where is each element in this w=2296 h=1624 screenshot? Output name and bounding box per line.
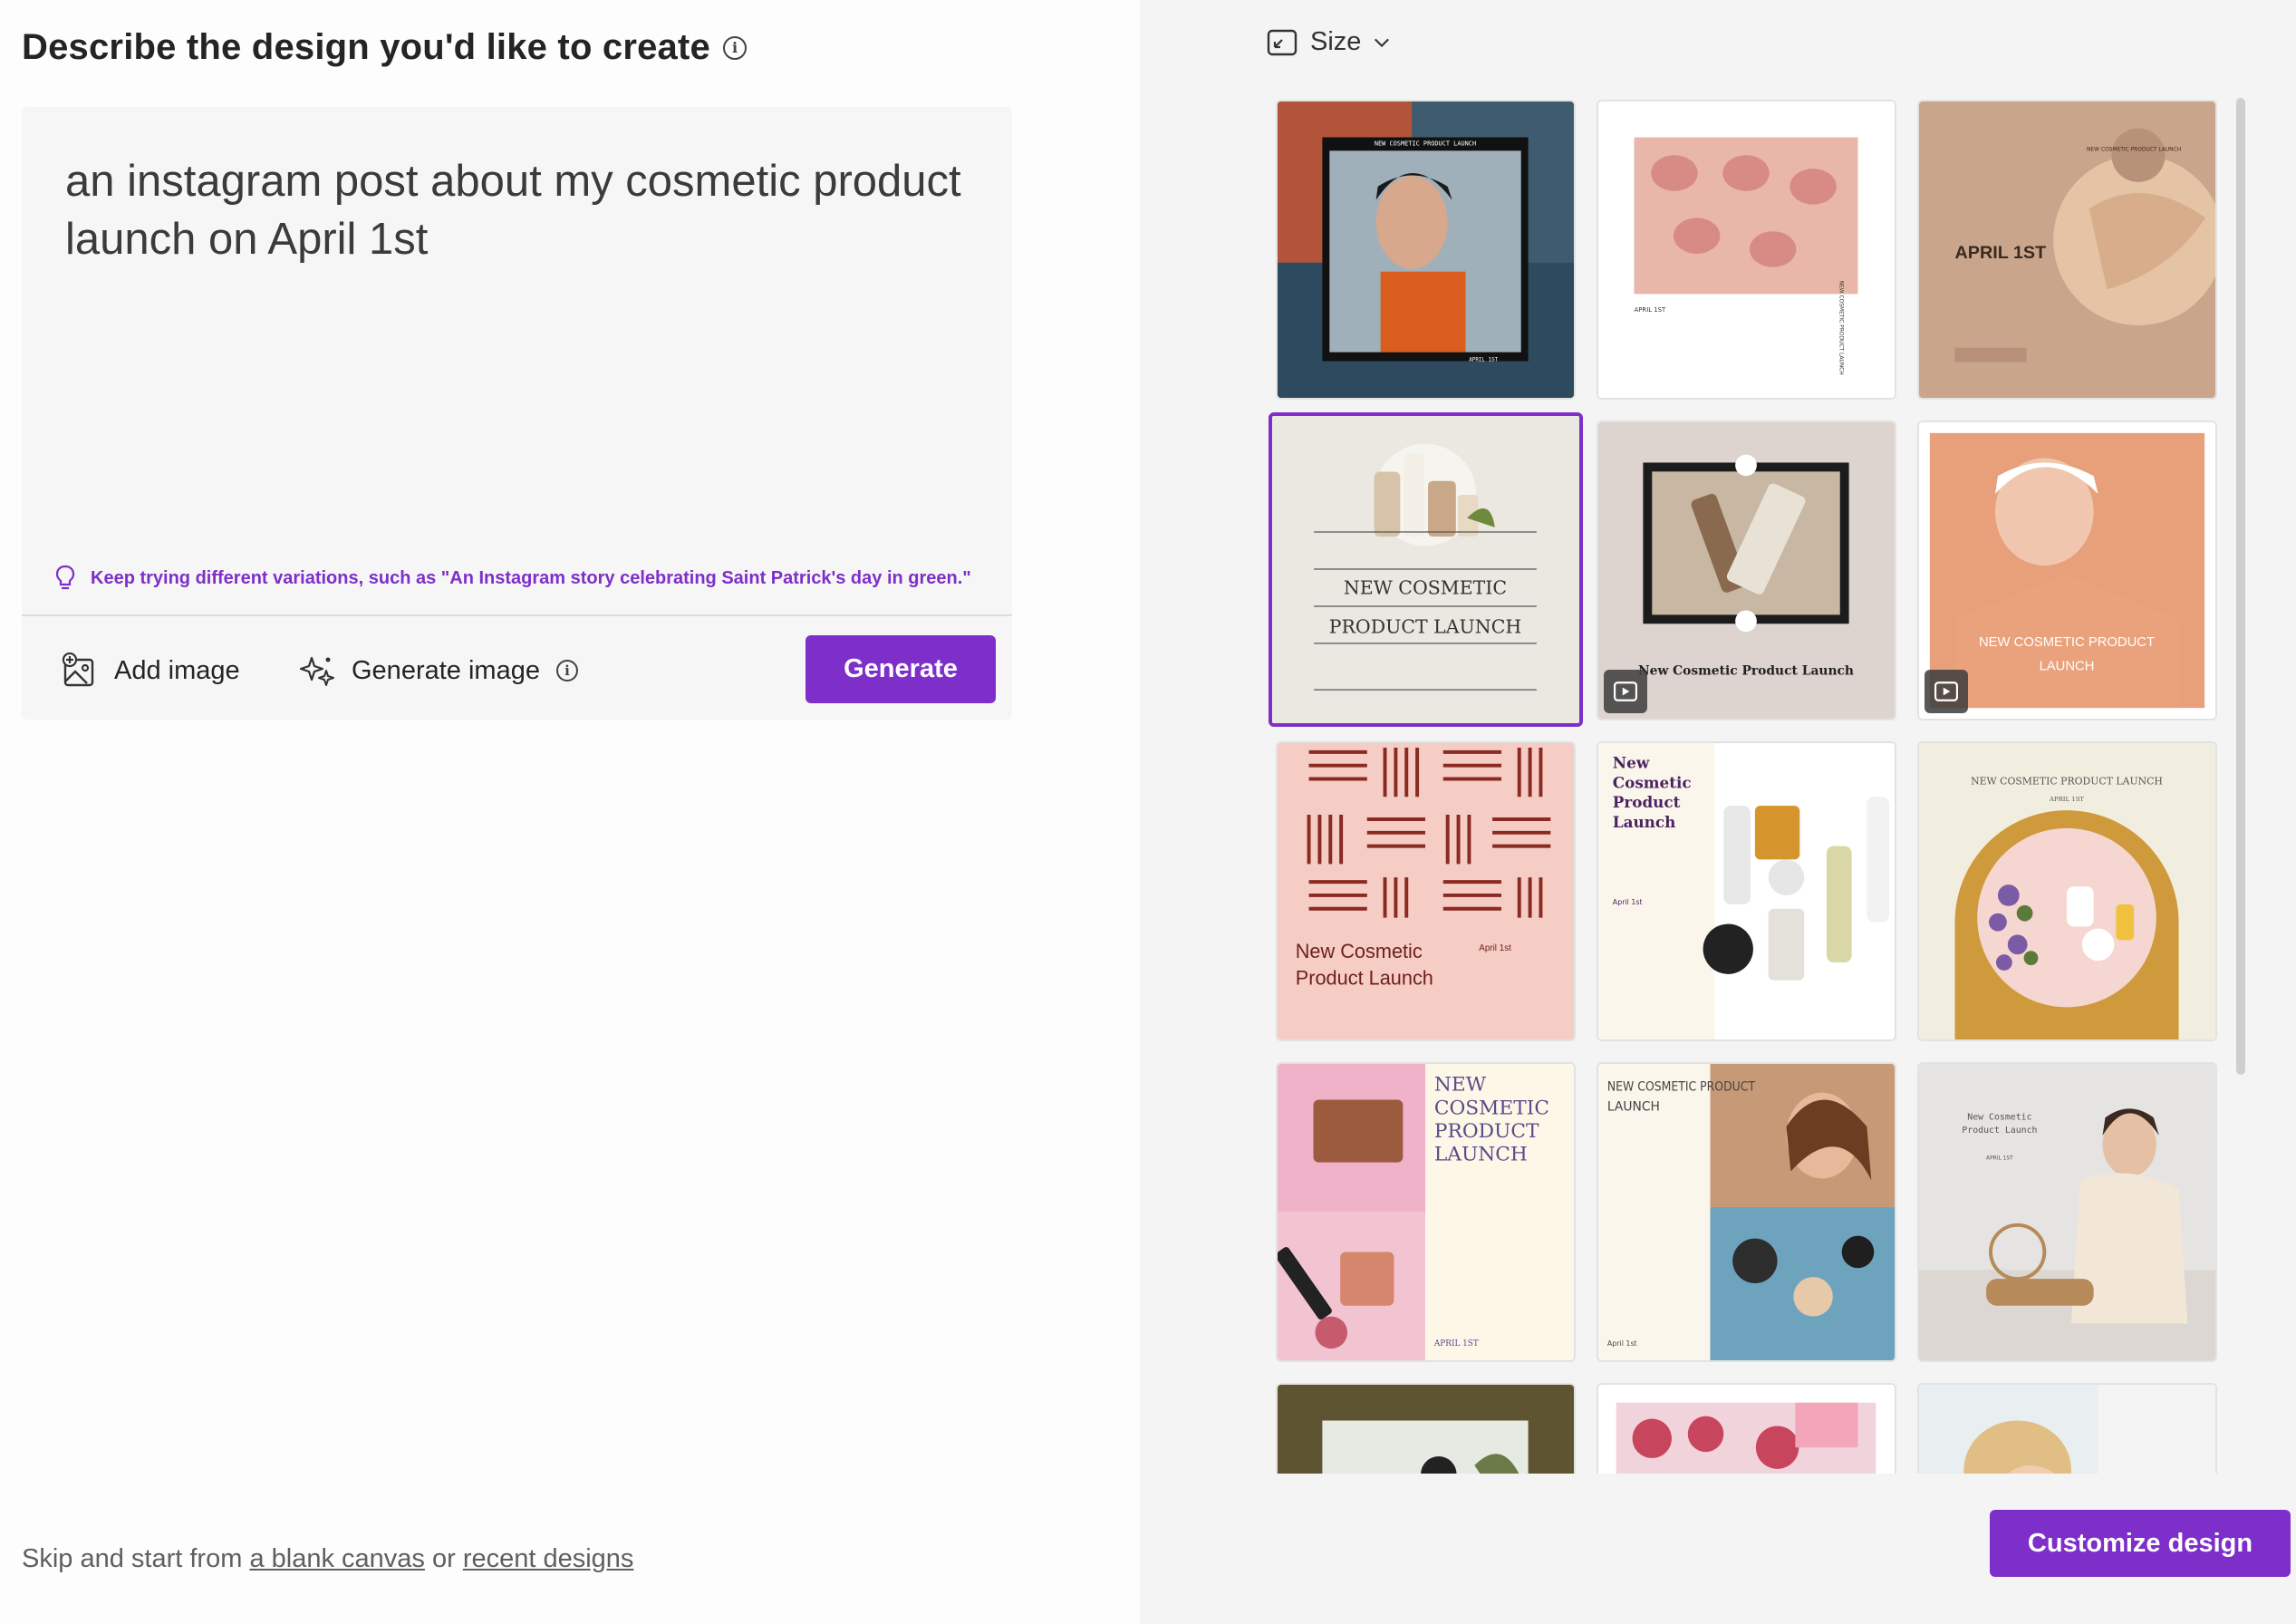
template-thumbnail: NEW COSMETIC PRODUCT LAUNCH	[1272, 416, 1579, 723]
template-text: APRIL 1ST	[1433, 1339, 1479, 1348]
template-text: COSMETIC	[1434, 1097, 1549, 1119]
template-text: Product	[1613, 793, 1681, 811]
play-icon	[1614, 682, 1637, 701]
recent-designs-link[interactable]: recent designs	[463, 1544, 634, 1573]
page-title: Describe the design you'd like to create	[22, 27, 710, 67]
template-text: APRIL 1ST	[1635, 306, 1667, 314]
video-badge	[1925, 670, 1968, 713]
template-thumbnail: New Cosmetic Product Launch April 1st	[1278, 743, 1574, 1039]
add-image-button[interactable]: Add image	[62, 643, 240, 698]
template-thumbnail: NEW COSMETIC PRODUCT LAUNCH APRIL 1ST	[1919, 743, 2215, 1039]
skip-prefix: Skip and start from	[22, 1544, 250, 1573]
page-heading: Describe the design you'd like to create…	[22, 27, 747, 68]
tip-text: Keep trying different variations, such a…	[91, 567, 971, 588]
template-grid: NEW COSMETIC PRODUCT LAUNCH APRIL 1ST AP…	[1140, 0, 2263, 1474]
template-card[interactable]: NEW COSMETIC PRODUCT LAUNCH APRIL 1ST	[1917, 741, 2217, 1041]
template-card[interactable]: New Cosmetic Product Launch April 1st	[1597, 741, 1896, 1041]
template-text: Cosmetic	[1613, 773, 1692, 791]
template-text: APRIL 1ST	[2049, 796, 2084, 803]
template-text: NEW COSMETIC	[1344, 577, 1507, 599]
blank-canvas-link[interactable]: a blank canvas	[249, 1544, 424, 1573]
info-icon[interactable]: i	[555, 660, 578, 682]
template-card[interactable]: NEW COSMETIC PRODUCT LAUNCH APRIL 1ST	[1276, 100, 1576, 400]
template-text: New Cosmetic	[1967, 1112, 2031, 1122]
template-thumbnail: New Cosmetic Product Launch April 1st	[1598, 743, 1895, 1039]
scrollbar[interactable]	[2236, 98, 2245, 1075]
play-icon	[1934, 682, 1958, 701]
template-thumbnail: NEW COSMETIC PRODUCT LAUNCH April 1st	[1598, 1064, 1895, 1360]
template-text: NEW COSMETIC PRODUCT LAUNCH	[1971, 775, 2163, 787]
template-card[interactable]: New Cosmetic Product Launch April 1st	[1276, 741, 1576, 1041]
add-image-icon	[62, 652, 94, 687]
template-text: NEW	[1434, 1074, 1487, 1097]
info-icon[interactable]: i	[722, 35, 747, 60]
template-text: April 1st	[1613, 898, 1643, 906]
template-card[interactable]: APRIL 1ST NEW COSMETIC PRODUCT LAUNCH	[1597, 100, 1896, 400]
template-thumbnail	[1919, 1385, 2215, 1474]
generate-button[interactable]: Generate	[806, 635, 996, 703]
sparkle-icon	[299, 656, 334, 686]
lightbulb-icon	[55, 565, 75, 590]
design-prompt-pane: Describe the design you'd like to create…	[0, 0, 1140, 1624]
template-thumbnail	[1278, 1385, 1574, 1474]
template-card[interactable]: NEW COSMETIC PRODUCT LAUNCH	[1917, 420, 2217, 720]
template-text: April 1st	[1607, 1339, 1637, 1348]
customize-design-button[interactable]: Customize design	[1990, 1510, 2291, 1577]
template-thumbnail: NEW COSMETIC PRODUCT LAUNCH APRIL 1ST	[1278, 102, 1574, 398]
template-thumbnail: APRIL 1ST NEW COSMETIC PRODUCT LAUNCH	[1919, 102, 2215, 398]
template-text: NEW COSMETIC PRODUCT	[1979, 635, 2155, 650]
generate-image-label: Generate image	[352, 655, 540, 685]
template-text: NEW COSMETIC PRODUCT	[1607, 1080, 1756, 1095]
template-text: April 1st	[1479, 943, 1511, 953]
template-text: NEW COSMETIC PRODUCT LAUNCH	[2087, 147, 2181, 152]
template-text: NEW COSMETIC PRODUCT LAUNCH	[1375, 140, 1476, 147]
template-thumbnail: APRIL 1ST NEW COSMETIC PRODUCT LAUNCH	[1598, 102, 1895, 398]
template-card[interactable]: NEW COSMETIC PRODUCT LAUNCH April 1st	[1597, 1062, 1896, 1362]
generate-image-button[interactable]: Generate image i	[299, 643, 578, 698]
template-text: New Cosmetic Product Launch	[1638, 664, 1854, 679]
template-card[interactable]: New Cosmetic Product Launch	[1597, 420, 1896, 720]
template-text: Launch	[1613, 813, 1676, 831]
template-thumbnail: New Cosmetic Product Launch APRIL 1ST	[1919, 1064, 2215, 1360]
template-text: PRODUCT LAUNCH	[1329, 616, 1522, 638]
template-text: Product Launch	[1296, 967, 1433, 990]
tip: Keep trying different variations, such a…	[54, 565, 971, 592]
template-card[interactable]: APRIL 1ST NEW COSMETIC PRODUCT LAUNCH	[1917, 100, 2217, 400]
skip-or: or	[424, 1544, 463, 1573]
template-gallery-pane: Size NEW COSMETIC PRODUCT LAUNCH APRIL 1…	[1140, 0, 2296, 1624]
divider	[22, 614, 1012, 616]
template-card[interactable]: New Cosmetic Product Launch APRIL 1ST	[1917, 1062, 2217, 1362]
prompt-card: an instagram post about my cosmetic prod…	[22, 107, 1012, 720]
template-text: New Cosmetic	[1296, 940, 1423, 962]
template-card[interactable]: NEW COSMETIC PRODUCT LAUNCH APRIL 1ST	[1276, 1062, 1576, 1362]
template-card[interactable]	[1917, 1383, 2217, 1474]
template-text: LAUNCH	[1434, 1144, 1528, 1166]
template-text: LAUNCH	[2040, 660, 2095, 674]
template-text: APRIL 1ST	[1469, 357, 1498, 362]
video-badge	[1604, 670, 1647, 713]
template-text: NEW COSMETIC PRODUCT LAUNCH	[1838, 281, 1844, 375]
template-text: New	[1613, 754, 1650, 772]
add-image-label: Add image	[114, 655, 240, 685]
template-thumbnail	[1598, 1385, 1895, 1474]
template-text: Product Launch	[1962, 1126, 2037, 1136]
template-card-selected[interactable]: NEW COSMETIC PRODUCT LAUNCH	[1269, 412, 1583, 727]
template-text: APRIL 1ST	[1986, 1156, 2013, 1162]
prompt-textarea[interactable]: an instagram post about my cosmetic prod…	[65, 152, 971, 268]
skip-line: Skip and start from a blank canvas or re…	[22, 1544, 633, 1574]
template-text: APRIL 1ST	[1955, 243, 2047, 263]
template-card[interactable]	[1276, 1383, 1576, 1474]
template-card[interactable]	[1597, 1383, 1896, 1474]
template-text: PRODUCT	[1434, 1120, 1539, 1143]
template-text: LAUNCH	[1607, 1099, 1660, 1114]
template-thumbnail: NEW COSMETIC PRODUCT LAUNCH APRIL 1ST	[1278, 1064, 1574, 1360]
